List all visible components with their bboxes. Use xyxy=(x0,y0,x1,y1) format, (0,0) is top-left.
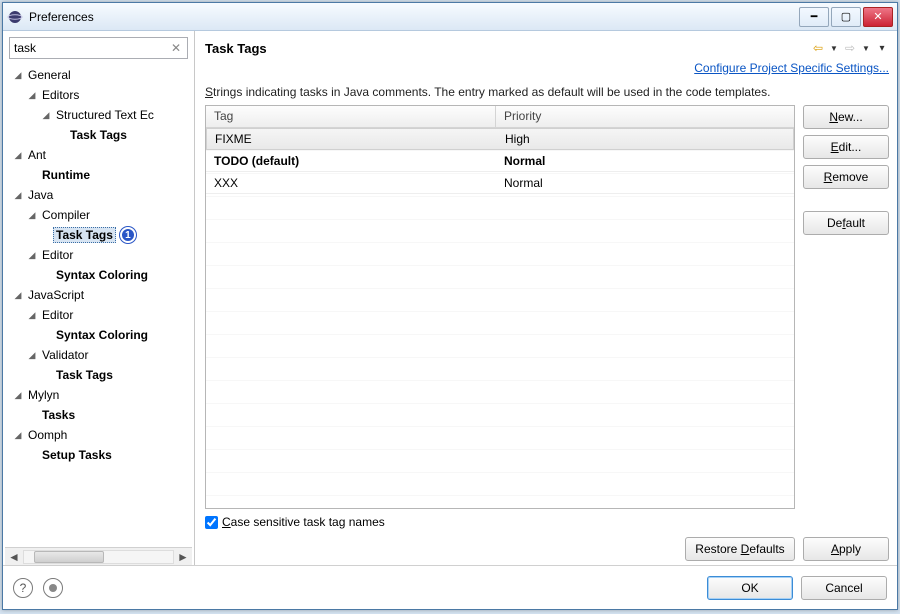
forward-icon[interactable]: ⇨ xyxy=(843,41,857,55)
ok-button[interactable]: OK xyxy=(707,576,793,600)
new-button[interactable]: New... xyxy=(803,105,889,129)
tree-java[interactable]: ◢Java xyxy=(7,185,192,205)
tree-javascript[interactable]: ◢JavaScript xyxy=(7,285,192,305)
maximize-button[interactable]: ▢ xyxy=(831,7,861,27)
tree-setup-tasks[interactable]: Setup Tasks xyxy=(7,445,192,465)
task-tags-table[interactable]: Tag Priority FIXME High TODO (default) N… xyxy=(205,105,795,509)
apply-button[interactable]: Apply xyxy=(803,537,889,561)
case-sensitive-label: Case sensitive task tag names xyxy=(222,515,385,529)
col-priority[interactable]: Priority xyxy=(496,106,794,127)
default-button[interactable]: Default xyxy=(803,211,889,235)
back-dropdown-icon[interactable]: ▼ xyxy=(827,41,841,55)
table-row[interactable]: TODO (default) Normal xyxy=(206,150,794,172)
cancel-button[interactable]: Cancel xyxy=(801,576,887,600)
configure-project-link[interactable]: Configure Project Specific Settings... xyxy=(694,61,889,75)
tree-java-editor[interactable]: ◢Editor xyxy=(7,245,192,265)
preferences-window: Preferences ━ ▢ ✕ ✕ ◢General ◢Editors ◢S… xyxy=(2,2,898,610)
nav-icons: ⇦ ▼ ⇨ ▼ ▾ xyxy=(811,41,889,55)
page-description: Strings indicating tasks in Java comment… xyxy=(205,85,889,99)
window-title: Preferences xyxy=(29,10,799,24)
link-row: Configure Project Specific Settings... xyxy=(205,61,889,75)
sidebar: ✕ ◢General ◢Editors ◢Structured Text Ec … xyxy=(3,31,195,565)
annotation-badge: 1 xyxy=(120,227,136,243)
tree-compiler[interactable]: ◢Compiler xyxy=(7,205,192,225)
case-sensitive-checkbox[interactable] xyxy=(205,516,218,529)
tree-mylyn[interactable]: ◢Mylyn xyxy=(7,385,192,405)
edit-button[interactable]: Edit... xyxy=(803,135,889,159)
back-icon[interactable]: ⇦ xyxy=(811,41,825,55)
body: ✕ ◢General ◢Editors ◢Structured Text Ec … xyxy=(3,31,897,565)
help-icon[interactable]: ? xyxy=(13,578,33,598)
tree-task-tags-js[interactable]: Task Tags xyxy=(7,365,192,385)
button-column: New... Edit... Remove Default xyxy=(803,105,889,509)
remove-button[interactable]: Remove xyxy=(803,165,889,189)
main-panel: Task Tags ⇦ ▼ ⇨ ▼ ▾ Configure Project Sp… xyxy=(195,31,897,565)
sidebar-scrollbar[interactable]: ◄ ► xyxy=(5,547,192,565)
tree-tasks[interactable]: Tasks xyxy=(7,405,192,425)
window-buttons: ━ ▢ ✕ xyxy=(799,7,893,27)
scroll-left-icon[interactable]: ◄ xyxy=(5,550,23,564)
tree-js-editor[interactable]: ◢Editor xyxy=(7,305,192,325)
forward-dropdown-icon[interactable]: ▼ xyxy=(859,41,873,55)
tree-syntax-coloring-java[interactable]: Syntax Coloring xyxy=(7,265,192,285)
clear-icon[interactable]: ✕ xyxy=(168,40,184,56)
preferences-tree[interactable]: ◢General ◢Editors ◢Structured Text Ec Ta… xyxy=(5,65,192,547)
page-title: Task Tags xyxy=(205,41,811,56)
tree-task-tags-java[interactable]: Task Tags1 xyxy=(7,225,192,245)
action-row: Restore Defaults Apply xyxy=(205,537,889,561)
tree-syntax-coloring-js[interactable]: Syntax Coloring xyxy=(7,325,192,345)
case-sensitive-row: Case sensitive task tag names xyxy=(205,515,889,529)
eclipse-icon xyxy=(7,9,23,25)
col-tag[interactable]: Tag xyxy=(206,106,496,127)
tree-structured-text[interactable]: ◢Structured Text Ec xyxy=(7,105,192,125)
minimize-button[interactable]: ━ xyxy=(799,7,829,27)
restore-defaults-button[interactable]: Restore Defaults xyxy=(685,537,795,561)
table-row[interactable]: FIXME High xyxy=(206,128,794,150)
progress-icon[interactable] xyxy=(43,578,63,598)
tree-general[interactable]: ◢General xyxy=(7,65,192,85)
tree-oomph[interactable]: ◢Oomph xyxy=(7,425,192,445)
menu-icon[interactable]: ▾ xyxy=(875,41,889,55)
tree-validator[interactable]: ◢Validator xyxy=(7,345,192,365)
titlebar[interactable]: Preferences ━ ▢ ✕ xyxy=(3,3,897,31)
table-wrap: Tag Priority FIXME High TODO (default) N… xyxy=(205,105,889,509)
table-body: FIXME High TODO (default) Normal XXX Nor… xyxy=(206,128,794,508)
footer: ? OK Cancel xyxy=(3,565,897,609)
tree-task-tags-general[interactable]: Task Tags xyxy=(7,125,192,145)
scroll-track[interactable] xyxy=(23,550,174,564)
filter-input[interactable] xyxy=(9,37,188,59)
table-row[interactable]: XXX Normal xyxy=(206,172,794,194)
filter-search: ✕ xyxy=(9,37,188,59)
tree-editors[interactable]: ◢Editors xyxy=(7,85,192,105)
close-button[interactable]: ✕ xyxy=(863,7,893,27)
table-header: Tag Priority xyxy=(206,106,794,128)
scroll-right-icon[interactable]: ► xyxy=(174,550,192,564)
scroll-thumb[interactable] xyxy=(34,551,104,563)
tree-ant[interactable]: ◢Ant xyxy=(7,145,192,165)
main-header: Task Tags ⇦ ▼ ⇨ ▼ ▾ xyxy=(205,37,889,59)
tree-runtime[interactable]: Runtime xyxy=(7,165,192,185)
